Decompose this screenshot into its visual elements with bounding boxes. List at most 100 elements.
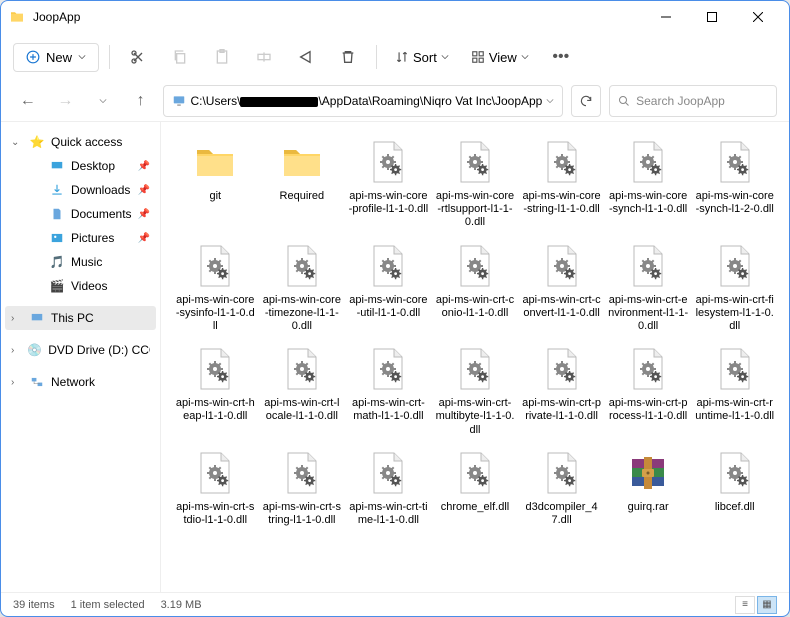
folder-item[interactable]: git <box>173 134 258 234</box>
dll-file-icon <box>624 345 672 393</box>
sidebar-item-quick-access[interactable]: ⌄ ⭐ Quick access <box>5 130 156 154</box>
sidebar-item-network[interactable]: ›Network <box>5 370 156 394</box>
copy-button[interactable] <box>162 39 198 75</box>
maximize-button[interactable] <box>689 1 735 33</box>
rename-button[interactable] <box>246 39 282 75</box>
sidebar-item-this-pc[interactable]: ›This PC <box>5 306 156 330</box>
dll-file-icon <box>538 138 586 186</box>
chevron-down-icon <box>521 53 529 61</box>
title-bar[interactable]: JoopApp <box>1 1 789 33</box>
pictures-icon <box>49 230 65 246</box>
file-item[interactable]: api-ms-win-crt-private-l1-1-0.dll <box>519 341 604 441</box>
cut-button[interactable] <box>120 39 156 75</box>
file-item[interactable]: api-ms-win-crt-string-l1-1-0.dll <box>260 445 345 531</box>
item-name: d3dcompiler_47.dll <box>521 501 602 527</box>
file-item[interactable]: api-ms-win-core-synch-l1-2-0.dll <box>692 134 777 234</box>
dll-file-icon <box>191 449 239 497</box>
file-item[interactable]: api-ms-win-crt-stdio-l1-1-0.dll <box>173 445 258 531</box>
folder-icon <box>278 138 326 186</box>
file-item[interactable]: api-ms-win-crt-convert-l1-1-0.dll <box>519 238 604 338</box>
item-name: Required <box>280 190 325 203</box>
file-view[interactable]: git Required api-ms-win-core-profile-l1-1-… <box>161 122 789 592</box>
file-item[interactable]: api-ms-win-crt-conio-l1-1-0.dll <box>433 238 518 338</box>
item-name: api-ms-win-core-sysinfo-l1-1-0.dll <box>175 294 256 334</box>
sort-button[interactable]: Sort <box>387 44 457 71</box>
file-item[interactable]: d3dcompiler_47.dll <box>519 445 604 531</box>
item-name: api-ms-win-crt-environment-l1-1-0.dll <box>608 294 689 334</box>
search-input[interactable]: Search JoopApp <box>609 85 777 117</box>
pin-icon: 📌 <box>138 233 150 244</box>
address-path[interactable]: C:\Users\\AppData\Roaming\Niqro Vat Inc\… <box>163 85 563 117</box>
item-name: api-ms-win-core-rtlsupport-l1-1-0.dll <box>435 190 516 230</box>
path-text: C:\Users\\AppData\Roaming\Niqro Vat Inc\… <box>190 94 542 108</box>
sidebar-item-documents[interactable]: Documents📌 <box>25 202 156 226</box>
pc-icon <box>172 94 186 108</box>
item-name: guirq.rar <box>628 501 669 514</box>
folder-icon <box>191 138 239 186</box>
more-button[interactable]: ••• <box>543 39 579 75</box>
disc-icon: 💿 <box>27 342 42 358</box>
up-button[interactable]: ↑ <box>126 85 156 117</box>
file-item[interactable]: api-ms-win-core-profile-l1-1-0.dll <box>346 134 431 234</box>
file-item[interactable]: api-ms-win-core-rtlsupport-l1-1-0.dll <box>433 134 518 234</box>
search-icon <box>618 95 630 107</box>
file-item[interactable]: api-ms-win-crt-locale-l1-1-0.dll <box>260 341 345 441</box>
file-item[interactable]: api-ms-win-crt-multibyte-l1-1-0.dll <box>433 341 518 441</box>
delete-button[interactable] <box>330 39 366 75</box>
view-button[interactable]: View <box>463 44 537 71</box>
file-item[interactable]: api-ms-win-crt-math-l1-1-0.dll <box>346 341 431 441</box>
sidebar-item-pictures[interactable]: Pictures📌 <box>25 226 156 250</box>
folder-item[interactable]: Required <box>260 134 345 234</box>
recent-dropdown-button[interactable] <box>88 85 118 117</box>
sidebar-item-desktop[interactable]: Desktop📌 <box>25 154 156 178</box>
file-item[interactable]: api-ms-win-core-timezone-l1-1-0.dll <box>260 238 345 338</box>
details-view-button[interactable]: ≡ <box>735 596 755 614</box>
view-icon <box>471 50 485 64</box>
minimize-button[interactable] <box>643 1 689 33</box>
dll-file-icon <box>711 138 759 186</box>
dll-file-icon <box>538 242 586 290</box>
file-item[interactable]: chrome_elf.dll <box>433 445 518 531</box>
file-item[interactable]: api-ms-win-core-synch-l1-1-0.dll <box>606 134 691 234</box>
file-item[interactable]: api-ms-win-crt-time-l1-1-0.dll <box>346 445 431 531</box>
file-item[interactable]: api-ms-win-core-sysinfo-l1-1-0.dll <box>173 238 258 338</box>
sidebar-item-downloads[interactable]: Downloads📌 <box>25 178 156 202</box>
sidebar-item-videos[interactable]: 🎬Videos <box>25 274 156 298</box>
dll-file-icon <box>191 345 239 393</box>
forward-button[interactable]: → <box>51 85 81 117</box>
new-button[interactable]: New <box>13 43 99 72</box>
item-name: api-ms-win-crt-multibyte-l1-1-0.dll <box>435 397 516 437</box>
item-name: api-ms-win-crt-string-l1-1-0.dll <box>262 501 343 527</box>
chevron-down-icon <box>441 53 449 61</box>
status-bar: 39 items 1 item selected 3.19 MB ≡ ▦ <box>1 592 789 616</box>
close-button[interactable] <box>735 1 781 33</box>
sidebar-item-dvd[interactable]: ›💿DVD Drive (D:) CCCO <box>5 338 156 362</box>
explorer-window: JoopApp New Sort View ••• <box>0 0 790 617</box>
back-button[interactable]: ← <box>13 85 43 117</box>
file-item[interactable]: api-ms-win-crt-runtime-l1-1-0.dll <box>692 341 777 441</box>
file-item[interactable]: guirq.rar <box>606 445 691 531</box>
file-item[interactable]: api-ms-win-core-string-l1-1-0.dll <box>519 134 604 234</box>
item-name: api-ms-win-crt-convert-l1-1-0.dll <box>521 294 602 320</box>
item-name: api-ms-win-core-profile-l1-1-0.dll <box>348 190 429 216</box>
icons-view-button[interactable]: ▦ <box>757 596 777 614</box>
file-item[interactable]: api-ms-win-crt-filesystem-l1-1-0.dll <box>692 238 777 338</box>
file-item[interactable]: api-ms-win-core-util-l1-1-0.dll <box>346 238 431 338</box>
status-size: 3.19 MB <box>161 599 202 611</box>
dll-file-icon <box>451 449 499 497</box>
status-item-count: 39 items <box>13 599 55 611</box>
file-item[interactable]: api-ms-win-crt-process-l1-1-0.dll <box>606 341 691 441</box>
sidebar-item-music[interactable]: 🎵Music <box>25 250 156 274</box>
item-name: api-ms-win-core-synch-l1-2-0.dll <box>694 190 775 216</box>
file-item[interactable]: libcef.dll <box>692 445 777 531</box>
documents-icon <box>49 206 65 222</box>
sort-icon <box>395 50 409 64</box>
share-button[interactable] <box>288 39 324 75</box>
network-icon <box>29 374 45 390</box>
refresh-button[interactable] <box>571 85 601 117</box>
paste-button[interactable] <box>204 39 240 75</box>
navigation-pane: ⌄ ⭐ Quick access Desktop📌 Downloads📌 Doc… <box>1 122 161 592</box>
status-selected: 1 item selected <box>71 599 145 611</box>
file-item[interactable]: api-ms-win-crt-heap-l1-1-0.dll <box>173 341 258 441</box>
file-item[interactable]: api-ms-win-crt-environment-l1-1-0.dll <box>606 238 691 338</box>
